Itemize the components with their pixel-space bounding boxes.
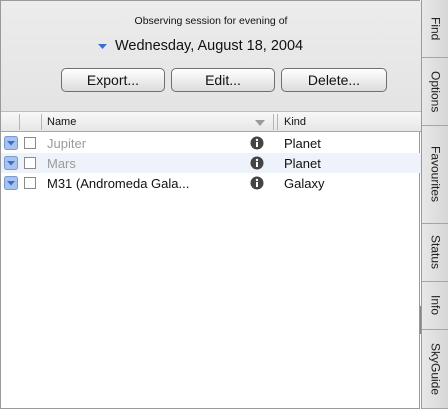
- chevron-down-icon[interactable]: [96, 40, 109, 53]
- tab-skyguide[interactable]: SkyGuide: [422, 330, 448, 409]
- tab-favourites[interactable]: Favourites: [422, 126, 448, 224]
- tab-options[interactable]: Options: [422, 58, 448, 126]
- sort-arrow-icon[interactable]: [255, 120, 265, 126]
- object-kind: Planet: [284, 156, 321, 171]
- object-name: M31 (Andromeda Gala...: [47, 176, 190, 191]
- session-title: Observing session for evening of: [134, 15, 288, 27]
- date-selector[interactable]: Wednesday, August 18, 2004: [96, 36, 303, 56]
- table-row[interactable]: Jupiter Planet: [1, 133, 421, 153]
- table-row[interactable]: Mars Planet: [1, 153, 421, 173]
- row-checkbox[interactable]: [24, 157, 36, 169]
- info-icon[interactable]: [250, 176, 264, 195]
- row-expand-checkbox[interactable]: [4, 176, 18, 195]
- table-row[interactable]: M31 (Andromeda Gala... Galaxy: [1, 173, 421, 193]
- export-button[interactable]: Export...: [61, 68, 165, 92]
- object-list: Jupiter Planet Mars Planet M31 (Andromed…: [1, 133, 421, 193]
- delete-button[interactable]: Delete...: [281, 68, 387, 92]
- object-name: Mars: [47, 156, 76, 171]
- row-checkbox[interactable]: [24, 137, 36, 149]
- observing-session-panel: Observing session for evening of Wednesd…: [0, 0, 421, 409]
- session-date: Wednesday, August 18, 2004: [115, 38, 304, 54]
- side-tab-bar: Find Options Favourites Status Info SkyG…: [421, 0, 448, 409]
- tab-status[interactable]: Status: [422, 224, 448, 282]
- object-kind: Galaxy: [284, 176, 325, 191]
- object-kind: Planet: [284, 136, 321, 151]
- edit-button[interactable]: Edit...: [171, 68, 275, 92]
- column-kind[interactable]: Kind: [284, 116, 306, 128]
- row-checkbox[interactable]: [24, 177, 36, 189]
- object-name: Jupiter: [47, 136, 87, 151]
- column-name[interactable]: Name: [47, 116, 76, 128]
- table-header: Name Kind: [1, 111, 421, 132]
- tab-find[interactable]: Find: [422, 0, 448, 58]
- tab-info[interactable]: Info: [422, 282, 448, 330]
